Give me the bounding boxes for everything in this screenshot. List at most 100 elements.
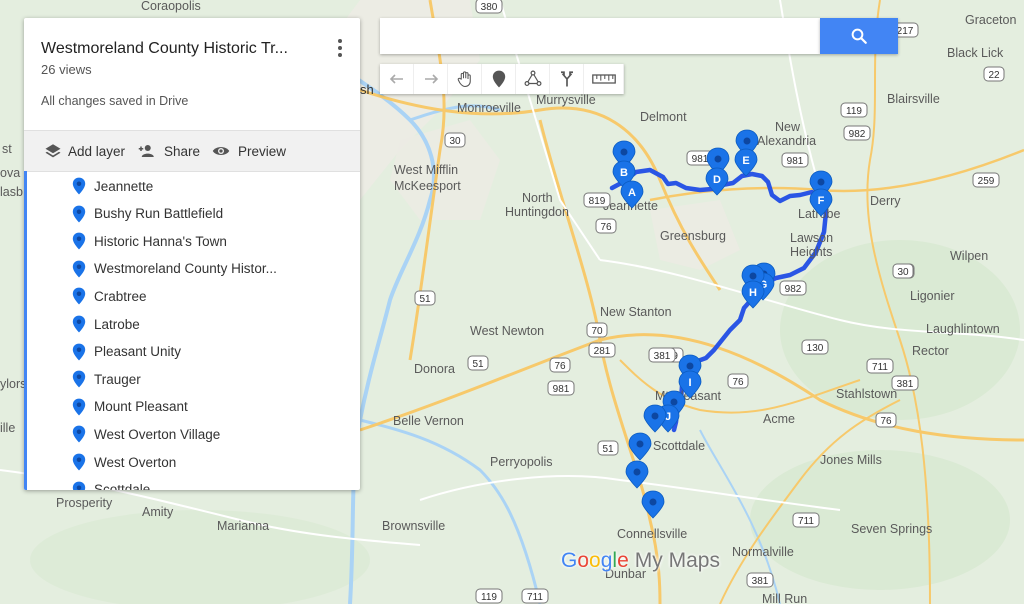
location-list-item[interactable]: Jeannette: [72, 175, 342, 197]
pan-button[interactable]: [448, 64, 482, 94]
road-shield-number: 982: [785, 284, 802, 295]
marker-icon: [492, 70, 505, 88]
preview-label: Preview: [238, 143, 287, 159]
location-pin-icon: [72, 205, 86, 223]
redo-button[interactable]: [414, 64, 448, 94]
search-button[interactable]: [820, 18, 898, 54]
location-list-item[interactable]: West Overton: [72, 451, 342, 473]
layer-toolbar: Add layer Share Preview: [24, 130, 360, 172]
location-name: Crabtree: [94, 288, 147, 304]
location-pin-icon: [72, 287, 86, 305]
road-shield: 711: [866, 358, 894, 374]
add-layer-label: Add layer: [68, 143, 126, 159]
pin-letter: B: [620, 167, 628, 179]
place-label: ova: [0, 166, 20, 180]
google-wordmark: Google: [561, 549, 629, 572]
location-name: West Overton Village: [94, 426, 221, 442]
location-list-item[interactable]: Pleasant Unity: [72, 341, 342, 363]
location-pin-icon: [72, 370, 86, 388]
road-shield: 119: [840, 102, 868, 118]
layers-icon: [45, 144, 61, 158]
measure-button[interactable]: [584, 64, 624, 94]
location-list-item[interactable]: Historic Hanna's Town: [72, 230, 342, 252]
place-label: Scottdale: [653, 439, 705, 453]
map-legend-panel: Westmoreland County Historic Tr... 26 vi…: [24, 18, 360, 490]
undo-icon: [389, 74, 403, 84]
place-label: st: [2, 142, 12, 156]
place-label: Delmont: [640, 110, 687, 124]
location-list-item[interactable]: Bushy Run Battlefield: [72, 203, 342, 225]
road-shield-number: 711: [872, 362, 888, 373]
road-shield: 259: [972, 172, 1000, 188]
road-shield-number: 819: [589, 196, 606, 207]
road-shield: 380: [475, 0, 503, 14]
place-label: Connellsville: [617, 527, 687, 541]
place-label: New: [775, 120, 801, 134]
road-shield: 711: [792, 512, 820, 528]
pin-letter: I: [688, 377, 691, 389]
location-name: Bushy Run Battlefield: [94, 206, 224, 222]
location-list-item[interactable]: Trauger: [72, 368, 342, 390]
location-name: Jeannette: [94, 178, 154, 194]
road-shield-number: 259: [978, 176, 995, 187]
road-shield-number: 981: [553, 384, 570, 395]
pin-letter: E: [742, 155, 749, 167]
place-label: Ligonier: [910, 289, 954, 303]
road-shield-number: 76: [880, 416, 892, 427]
road-shield: 30: [444, 132, 466, 148]
road-shield: 711: [521, 588, 549, 604]
place-label: Stahlstown: [836, 387, 897, 401]
location-list-item[interactable]: Latrobe: [72, 313, 342, 335]
road-shield-number: 981: [692, 154, 709, 165]
road-shield-number: 130: [807, 343, 824, 354]
place-label: Murrysville: [536, 93, 596, 107]
search-input[interactable]: [380, 18, 820, 54]
road-shield: 51: [414, 290, 436, 306]
place-label: Lawson: [790, 231, 833, 245]
place-label: Normalville: [732, 545, 794, 559]
road-shield: 119: [475, 588, 503, 604]
place-label: Monroeville: [457, 101, 521, 115]
place-label: Rector: [912, 344, 949, 358]
pin-letter: F: [818, 195, 825, 207]
redo-icon: [424, 74, 438, 84]
road-shield: 76: [549, 357, 571, 373]
road-shield: 76: [595, 218, 617, 234]
add-layer-button[interactable]: Add layer: [44, 140, 125, 162]
place-label: sh: [360, 82, 374, 97]
road-shield-number: 30: [897, 267, 909, 278]
location-name: West Overton: [94, 454, 177, 470]
road-shield-number: 711: [798, 516, 814, 527]
location-list-item[interactable]: Westmoreland County Histor...: [72, 258, 342, 280]
location-name: Scottdale: [94, 482, 151, 490]
place-label: Huntingdon: [505, 205, 569, 219]
place-label: Wilpen: [950, 249, 988, 263]
map-title[interactable]: Westmoreland County Historic Tr...: [41, 40, 321, 58]
place-label: Greensburg: [660, 229, 726, 243]
location-list: Jeannette Bushy Run Battlefield Historic H…: [24, 171, 360, 490]
road-shield-number: 381: [897, 379, 914, 390]
location-list-item[interactable]: Mount Pleasant: [72, 396, 342, 418]
place-label: Alexandria: [757, 134, 816, 148]
road-shield-number: 217: [897, 26, 914, 37]
place-label: Derry: [870, 194, 901, 208]
location-list-item[interactable]: Crabtree: [72, 285, 342, 307]
location-name: Westmoreland County Histor...: [94, 261, 277, 277]
location-list-item[interactable]: Scottdale: [72, 479, 342, 490]
undo-button[interactable]: [380, 64, 414, 94]
more-options-icon[interactable]: [330, 36, 350, 60]
preview-button[interactable]: Preview: [210, 140, 286, 162]
location-list-item[interactable]: West Overton Village: [72, 423, 342, 445]
place-label: Marianna: [217, 519, 269, 533]
place-label: Amity: [142, 505, 174, 519]
add-marker-button[interactable]: [482, 64, 516, 94]
place-label: Jones Mills: [820, 453, 882, 467]
draw-line-button[interactable]: [516, 64, 550, 94]
location-pin-icon: [72, 425, 86, 443]
add-person-icon: [138, 145, 154, 157]
share-label: Share: [164, 143, 201, 159]
directions-button[interactable]: [550, 64, 584, 94]
location-name: Historic Hanna's Town: [94, 233, 227, 249]
share-button[interactable]: Share: [136, 140, 200, 162]
place-label: Heights: [790, 245, 832, 259]
